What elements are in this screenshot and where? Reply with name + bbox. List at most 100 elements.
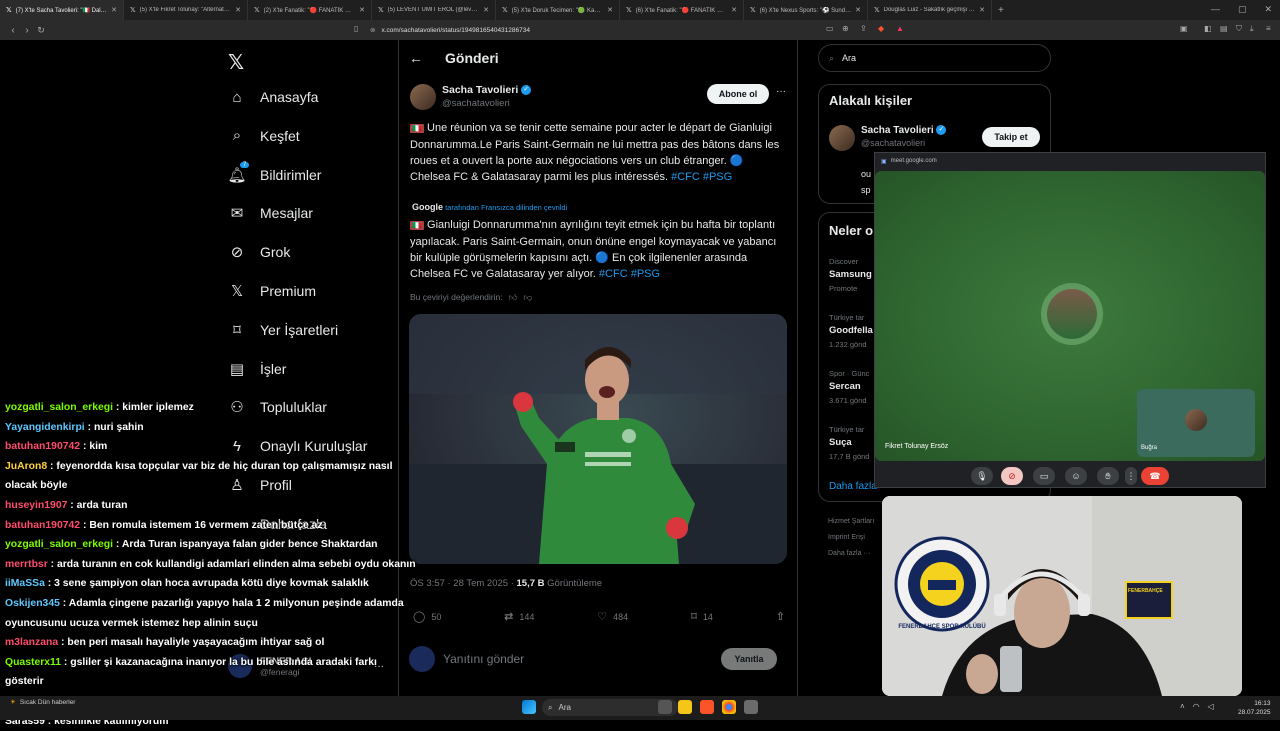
reply-input[interactable]: Yanıtını gönder bbox=[443, 652, 723, 666]
bookmark-page-icon[interactable]: ▯ bbox=[354, 24, 358, 33]
like-action[interactable]: ♡484 bbox=[597, 610, 628, 623]
new-tab-button[interactable]: + bbox=[998, 5, 1004, 16]
brave-shield-icon[interactable]: ◆ bbox=[878, 24, 884, 33]
zoom-icon[interactable]: ⊕ bbox=[842, 24, 849, 33]
subscribe-button[interactable]: Abone ol bbox=[707, 84, 769, 104]
author-block[interactable]: Sacha Tavolieri ✓ @sachatavolieri bbox=[442, 84, 531, 109]
nav-item-4[interactable]: ⊘Grok bbox=[228, 243, 290, 261]
footer-link[interactable]: Imprint Erişi bbox=[828, 534, 865, 541]
raise-hand-button[interactable]: ✋︎ bbox=[1097, 467, 1119, 485]
chat-username[interactable]: batuhan190742 bbox=[5, 441, 80, 452]
tab-close-icon[interactable]: ✕ bbox=[607, 6, 613, 14]
chat-username[interactable]: iiMaSSa bbox=[5, 578, 45, 589]
close-window-icon[interactable]: ✕ bbox=[1264, 4, 1272, 15]
nav-item-1[interactable]: ⌕Keşfet bbox=[228, 127, 300, 145]
follow-button[interactable]: Takip et bbox=[982, 127, 1040, 147]
site-info-icon[interactable]: ⊚ bbox=[370, 26, 375, 34]
nav-item-6[interactable]: ⌑Yer İşaretleri bbox=[228, 321, 338, 339]
news-widget[interactable]: ☀ Sıcak Dün haberler bbox=[10, 698, 75, 706]
camera-off-button[interactable]: ⊘ bbox=[1001, 467, 1023, 485]
tab-close-icon[interactable]: ✕ bbox=[855, 6, 861, 14]
task-view-icon[interactable] bbox=[658, 700, 672, 714]
nav-item-0[interactable]: ⌂Anasayfa bbox=[228, 88, 318, 106]
file-explorer-icon[interactable] bbox=[678, 700, 692, 714]
browser-tab[interactable]: 𝕏(5) LEVENT ÜMİT EROL (@leventumit...✕ bbox=[372, 0, 496, 20]
browser-tab[interactable]: 𝕏(7) X'te Sacha Tavolieri: "🇮🇹 Dalla...✕ bbox=[0, 0, 124, 20]
post-time[interactable]: ÖS 3:57 · 28 Tem 2025 · bbox=[410, 578, 514, 589]
browser-tab[interactable]: 𝕏(5) X'te Doruk Tecimen: "🟢 Kampı...✕ bbox=[496, 0, 620, 20]
nav-item-5[interactable]: 𝕏Premium bbox=[228, 282, 316, 300]
browser-tab[interactable]: 𝕏(6) X'te Nexus Sports: "⚽ Sunderlan...✕ bbox=[744, 0, 868, 20]
nav-item-3[interactable]: ✉Mesajlar bbox=[228, 204, 313, 222]
thumbs-down-icon[interactable]: 👎︎ bbox=[524, 292, 533, 303]
menu-icon[interactable]: ≡ bbox=[1266, 24, 1271, 33]
chat-username[interactable]: yozgatli_salon_erkegi bbox=[5, 402, 113, 413]
clock[interactable]: 16:13 28.07.2025 bbox=[1238, 699, 1271, 717]
share-icon[interactable]: ⇪ bbox=[860, 24, 867, 33]
chat-username[interactable]: yozgatli_salon_erkegi bbox=[5, 539, 113, 550]
chat-username[interactable]: batuhan190742 bbox=[5, 520, 80, 531]
footer-link[interactable]: Hizmet Şartları bbox=[828, 518, 874, 525]
start-icon[interactable] bbox=[522, 700, 536, 714]
vpn-icon[interactable]: ⛉ bbox=[1236, 24, 1242, 34]
chat-username[interactable]: Quasterx11 bbox=[5, 657, 61, 668]
reply-button[interactable]: Yanıtla bbox=[721, 648, 777, 670]
rewards-icon[interactable]: ▲ bbox=[896, 24, 904, 33]
chat-username[interactable]: Yayangidenkirpi bbox=[5, 422, 85, 433]
post-photo[interactable] bbox=[409, 314, 787, 564]
forward-icon[interactable]: › bbox=[20, 25, 34, 36]
present-button[interactable]: ▭ bbox=[1033, 467, 1055, 485]
nav-item-2[interactable]: 🔔︎7Bildirimler bbox=[228, 166, 321, 184]
back-icon[interactable]: ‹ bbox=[6, 25, 20, 36]
url-field[interactable]: ⊚ x.com/sachatavolieri/status/1949816540… bbox=[370, 22, 820, 38]
tweet-tags-fr[interactable]: #CFC #PSG bbox=[671, 171, 732, 183]
chat-username[interactable]: Oskijen345 bbox=[5, 598, 60, 609]
wallet-icon[interactable]: ▤ bbox=[1220, 24, 1228, 33]
tab-close-icon[interactable]: ✕ bbox=[359, 6, 365, 14]
related-avatar[interactable] bbox=[829, 125, 855, 151]
maximize-icon[interactable]: ▢ bbox=[1238, 4, 1247, 15]
extensions-icon[interactable]: ▣ bbox=[1180, 24, 1188, 33]
tab-close-icon[interactable]: ✕ bbox=[731, 6, 737, 14]
leave-call-button[interactable]: ☎︎ bbox=[1141, 467, 1169, 485]
translation-source-link[interactable]: tarafından Fransızca dilinden çevrildi bbox=[445, 203, 567, 212]
show-more-link[interactable]: Daha fazla bbox=[829, 481, 877, 492]
repost-action[interactable]: ⇄144 bbox=[504, 610, 534, 623]
author-avatar[interactable] bbox=[410, 84, 436, 110]
tab-close-icon[interactable]: ✕ bbox=[111, 6, 117, 14]
wifi-icon[interactable]: ◠ bbox=[1193, 702, 1200, 711]
search-input[interactable]: Ara bbox=[842, 53, 856, 63]
obs-icon[interactable] bbox=[744, 700, 758, 714]
tweet-tags-tr[interactable]: #CFC #PSG bbox=[599, 268, 660, 280]
bookmark-action[interactable]: ⌑14 bbox=[691, 610, 713, 623]
browser-tab[interactable]: 𝕏(6) X'te Fanatik: "🔴 FANATİK ÖZEL |...✕ bbox=[620, 0, 744, 20]
volume-icon[interactable]: ◁ bbox=[1208, 702, 1214, 711]
browser-tab[interactable]: 𝕏Douglas Luiz - Sakatlık geçmişi | Tran.… bbox=[868, 0, 992, 20]
install-icon[interactable]: ▭ bbox=[826, 24, 834, 33]
thumbs-up-icon[interactable]: 👍︎ bbox=[509, 292, 518, 303]
emoji-button[interactable]: ☺ bbox=[1065, 467, 1087, 485]
chat-username[interactable]: merrtbsr bbox=[5, 559, 48, 570]
tray-chevron-icon[interactable]: ˄ bbox=[1180, 702, 1185, 711]
reload-icon[interactable]: ↻ bbox=[34, 25, 48, 36]
browser-tab[interactable]: 𝕏(5) X'te Fikret Tolunay: "Alternatif da… bbox=[124, 0, 248, 20]
chat-username[interactable]: m3lanzana bbox=[5, 637, 58, 648]
footer-link[interactable]: Daha fazla ··· bbox=[828, 550, 870, 557]
x-logo-icon[interactable]: 𝕏 bbox=[228, 50, 244, 75]
back-arrow-icon[interactable]: ← bbox=[409, 50, 423, 66]
brave-browser-icon[interactable] bbox=[700, 700, 714, 714]
tab-close-icon[interactable]: ✕ bbox=[483, 6, 489, 14]
download-icon[interactable]: ⤓ bbox=[1250, 24, 1254, 34]
post-more-icon[interactable]: ··· bbox=[776, 86, 786, 97]
more-options-button[interactable]: ⋮ bbox=[1125, 467, 1137, 485]
share-action[interactable]: ⇧ bbox=[776, 610, 785, 623]
nav-item-7[interactable]: ▤İşler bbox=[228, 360, 286, 378]
search-box[interactable]: ⌕ Ara bbox=[818, 44, 1051, 72]
chat-username[interactable]: JuAron8 bbox=[5, 461, 47, 472]
sidebar-icon[interactable]: ◧ bbox=[1204, 24, 1212, 33]
minimize-icon[interactable]: — bbox=[1211, 4, 1220, 15]
chat-username[interactable]: huseyin1907 bbox=[5, 500, 67, 511]
browser-tab[interactable]: 𝕏(2) X'te Fanatik: "🔴 FANATİK ÖZEL |...✕ bbox=[248, 0, 372, 20]
related-name[interactable]: Sacha Tavolieri bbox=[861, 125, 934, 136]
tab-close-icon[interactable]: ✕ bbox=[979, 6, 985, 14]
